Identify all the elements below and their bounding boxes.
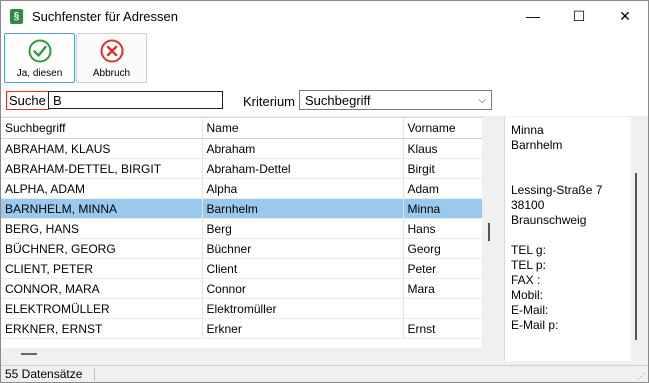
detail-email-private: E-Mail p: (511, 318, 559, 332)
search-window: § Suchfenster für Adressen — ☐ ✕ Ja, die… (0, 0, 649, 383)
cell-name: Connor (202, 278, 404, 299)
yes-this-label: Ja, diesen (16, 68, 63, 79)
column-header-vorname[interactable]: Vorname (403, 118, 482, 139)
cell-suchbegriff: BARNHELM, MINNA (1, 198, 203, 219)
chevron-down-icon: ⌵ (478, 95, 486, 106)
minimize-button[interactable]: — (510, 1, 556, 32)
cell-name: Büchner (202, 238, 404, 259)
window-title: Suchfenster für Adressen (32, 9, 178, 24)
search-input[interactable]: B (48, 91, 223, 109)
detail-city: Braunschweig (511, 213, 587, 227)
detail-tel-business: TEL g: (511, 243, 546, 257)
cell-suchbegriff: CLIENT, PETER (1, 258, 203, 279)
close-button[interactable]: ✕ (602, 1, 648, 32)
maximize-button[interactable]: ☐ (556, 1, 602, 32)
app-icon: § (10, 9, 23, 24)
cell-vorname: Birgit (403, 158, 482, 179)
cancel-label: Abbruch (92, 68, 131, 79)
column-header-name[interactable]: Name (202, 118, 404, 139)
cell-name: Alpha (202, 178, 404, 199)
table-row[interactable]: BERG, HANS Berg Hans (1, 218, 482, 239)
search-label: Suche (6, 91, 49, 110)
cell-name: Abraham (202, 138, 404, 159)
cell-vorname: Mara (403, 278, 482, 299)
checkmark-icon (28, 39, 52, 63)
table-row[interactable]: ALPHA, ADAM Alpha Adam (1, 178, 482, 199)
detail-zip: 38100 (511, 198, 545, 212)
status-separator (94, 368, 95, 381)
status-bar: 55 Datensätze ⋰ (1, 365, 648, 382)
table-row[interactable]: BÜCHNER, GEORG Büchner Georg (1, 238, 482, 259)
table-row[interactable]: ABRAHAM-DETTEL, BIRGIT Abraham-Dettel Birg… (1, 158, 482, 179)
cell-suchbegriff: ELEKTROMÜLLER (1, 298, 203, 319)
address-detail-panel: Minna Barnhelm Lessing-Straße 7 38100 Br… (504, 117, 631, 361)
results-table: Suchbegriff Name Vorname ABRAHAM, KLAUS A… (1, 117, 482, 348)
vertical-scrollbar-thumb[interactable] (488, 223, 490, 241)
cell-name: Berg (202, 218, 404, 239)
table-row[interactable]: ABRAHAM, KLAUS Abraham Klaus (1, 138, 482, 159)
table-row[interactable]: CLIENT, PETER Client Peter (1, 258, 482, 279)
cell-vorname: Peter (403, 258, 482, 279)
record-count: 55 Datensätze (5, 367, 83, 381)
detail-last-name: Barnhelm (511, 138, 563, 152)
resize-grip-icon[interactable]: ⋰ (637, 372, 645, 381)
cell-name: Elektromüller (202, 298, 404, 319)
cell-suchbegriff: ABRAHAM-DETTEL, BIRGIT (1, 158, 203, 179)
cell-suchbegriff: ABRAHAM, KLAUS (1, 138, 203, 159)
detail-email: E-Mail: (511, 303, 549, 317)
table-row-selected[interactable]: BARNHELM, MINNA Barnhelm Minna (1, 198, 482, 219)
cancel-x-icon (100, 39, 124, 63)
criterion-select[interactable]: Suchbegriff ⌵ (299, 90, 492, 110)
cell-vorname: Klaus (403, 138, 482, 159)
title-bar: § Suchfenster für Adressen — ☐ ✕ (1, 1, 648, 32)
cell-vorname: Minna (403, 198, 482, 219)
cell-vorname: Georg (403, 238, 482, 259)
cell-name: Erkner (202, 318, 404, 339)
search-bar: Suche B Kriterium Suchbegriff ⌵ (1, 86, 648, 116)
column-header-suchbegriff[interactable]: Suchbegriff (1, 118, 203, 139)
horizontal-scrollbar-thumb[interactable] (21, 353, 37, 355)
cell-vorname: Ernst (403, 318, 482, 339)
cell-vorname: Hans (403, 218, 482, 239)
criterion-value: Suchbegriff (305, 93, 371, 108)
table-header: Suchbegriff Name Vorname (1, 118, 482, 139)
cell-suchbegriff: BÜCHNER, GEORG (1, 238, 203, 259)
cancel-button[interactable]: Abbruch (76, 33, 147, 83)
table-row[interactable]: CONNOR, MARA Connor Mara (1, 278, 482, 299)
cell-vorname (403, 298, 482, 319)
detail-scrollbar-thumb[interactable] (635, 173, 637, 340)
yes-this-button[interactable]: Ja, diesen (4, 33, 75, 83)
detail-mobile: Mobil: (511, 288, 544, 302)
detail-first-name: Minna (511, 123, 544, 137)
toolbar: Ja, diesen Abbruch (1, 32, 648, 87)
cell-suchbegriff: CONNOR, MARA (1, 278, 203, 299)
detail-tel-private: TEL p: (511, 258, 546, 272)
cell-name: Client (202, 258, 404, 279)
cell-suchbegriff: BERG, HANS (1, 218, 203, 239)
cell-suchbegriff: ERKNER, ERNST (1, 318, 203, 339)
cell-name: Abraham-Dettel (202, 158, 404, 179)
criterion-label: Kriterium (243, 94, 296, 109)
detail-street: Lessing-Straße 7 (511, 183, 603, 197)
table-row[interactable]: ERKNER, ERNST Erkner Ernst (1, 318, 482, 339)
cell-vorname: Adam (403, 178, 482, 199)
detail-fax: FAX : (511, 273, 541, 287)
table-row[interactable]: ELEKTROMÜLLER Elektromüller (1, 298, 482, 319)
cell-name: Barnhelm (202, 198, 404, 219)
cell-suchbegriff: ALPHA, ADAM (1, 178, 203, 199)
